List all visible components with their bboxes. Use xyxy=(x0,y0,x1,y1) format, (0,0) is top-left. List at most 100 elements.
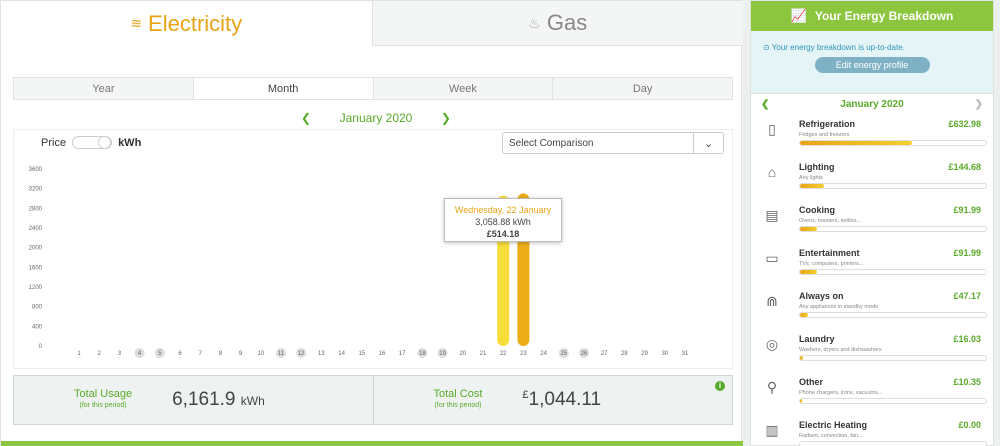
breakdown-item[interactable]: ▥ Electric Heating Radiant, convection, … xyxy=(763,416,993,446)
total-usage-unit: kWh xyxy=(240,394,265,408)
item-amount: £91.99 xyxy=(953,205,981,215)
total-cost-title: Total Cost xyxy=(433,388,483,400)
item-amount: £10.35 xyxy=(953,377,981,387)
item-name: Electric Heating xyxy=(799,420,868,430)
item-progress-fill xyxy=(800,313,809,317)
x-tick-label: 13 xyxy=(318,351,325,357)
tab-gas-label: Gas xyxy=(546,10,588,35)
x-tick-label: 15 xyxy=(358,351,365,357)
x-tick-label: 24 xyxy=(540,351,547,357)
tab-gas[interactable]: ♨ Gas xyxy=(372,1,743,46)
item-progress-fill xyxy=(800,227,817,231)
total-cost-number: 1,044.11 xyxy=(528,389,602,410)
status-text: Your energy breakdown is up-to-date. xyxy=(771,43,905,52)
y-tick-label: 2400 xyxy=(29,226,43,232)
y-tick-label: 0 xyxy=(39,344,43,350)
x-tick-label: 8 xyxy=(219,351,223,357)
item-progress-bar xyxy=(799,441,987,446)
current-month: January 2020 xyxy=(339,111,413,125)
next-month-icon[interactable]: ❯ xyxy=(441,111,451,125)
x-tick-label: 12 xyxy=(298,351,305,357)
tab-electricity[interactable]: ≋ Electricity xyxy=(1,1,373,46)
breakdown-item[interactable]: ⌂ Lighting Any lights £144.68 xyxy=(763,158,993,201)
x-tick-label: 18 xyxy=(419,351,426,357)
month-navigator: ❮ January 2020 ❯ xyxy=(301,109,451,127)
check-circle-icon: ⊙ xyxy=(763,43,770,52)
bolt-icon: ≋ xyxy=(130,15,143,31)
breakdown-item[interactable]: ▭ Entertainment TVs, computers, printers… xyxy=(763,244,993,287)
item-name: Other xyxy=(799,377,824,387)
bottom-accent-bar xyxy=(1,441,743,446)
x-tick-label: 25 xyxy=(560,351,567,357)
item-amount: £144.68 xyxy=(948,162,981,172)
breakdown-item[interactable]: ▯ Refrigeration Fridges and freezers £63… xyxy=(763,115,993,158)
breakdown-item[interactable]: ◎ Laundry Washers, dryers and dishwasher… xyxy=(763,330,993,373)
tab-year[interactable]: Year xyxy=(14,78,194,99)
prev-month-icon[interactable]: ❮ xyxy=(301,111,311,125)
item-name: Cooking xyxy=(799,205,835,215)
x-tick-label: 10 xyxy=(257,351,264,357)
breakdown-month-nav: ❮ January 2020 ❯ xyxy=(751,93,993,115)
item-progress-bar xyxy=(799,269,987,275)
x-tick-label: 23 xyxy=(520,351,527,357)
item-progress-fill xyxy=(800,356,803,360)
breakdown-item[interactable]: ▤ Cooking Ovens, toasters, kettles... £9… xyxy=(763,201,993,244)
x-tick-label: 1 xyxy=(77,351,81,357)
ceiling-light-icon: ⌂ xyxy=(767,164,777,180)
breakdown-item[interactable]: ⋒ Always on Any appliances in standby mo… xyxy=(763,287,993,330)
tooltip-date: Wednesday, 22 January xyxy=(454,205,552,215)
x-tick-label: 29 xyxy=(641,351,648,357)
item-progress-fill xyxy=(800,141,912,145)
tab-month[interactable]: Month xyxy=(193,78,374,99)
item-name: Laundry xyxy=(799,334,835,344)
summary-bar: Total Usage (for this period) 6,161.9 kW… xyxy=(13,375,733,425)
item-desc: TVs, computers, printers... xyxy=(799,261,864,267)
edit-energy-profile-button[interactable]: Edit energy profile xyxy=(814,57,930,73)
tooltip-usage: 3,058.88 kWh xyxy=(475,217,531,227)
item-name: Refrigeration xyxy=(799,119,856,129)
total-cost-value: £1,044.11 xyxy=(522,389,601,411)
item-amount: £16.03 xyxy=(953,334,981,344)
item-progress-fill xyxy=(800,184,825,188)
y-tick-label: 800 xyxy=(32,305,43,311)
item-progress-bar xyxy=(799,398,987,404)
tab-day[interactable]: Day xyxy=(553,78,732,99)
total-cost-label: Total Cost (for this period) xyxy=(434,388,483,412)
x-tick-label: 30 xyxy=(661,351,668,357)
prev-month-icon[interactable]: ❮ xyxy=(761,99,769,110)
washing-machine-icon: ◎ xyxy=(765,336,779,352)
info-icon[interactable]: i xyxy=(715,381,725,391)
chart-tooltip: Wednesday, 22 January 3,058.88 kWh £514.… xyxy=(444,198,562,242)
item-progress-fill xyxy=(800,270,817,274)
item-desc: Radiant, convection, fan... xyxy=(799,433,863,439)
tooltip-cost: £514.18 xyxy=(486,229,520,239)
breakdown-list: ▯ Refrigeration Fridges and freezers £63… xyxy=(751,115,993,446)
y-tick-label: 3600 xyxy=(29,167,43,173)
usage-bar-chart: 040080012001600200024002800320036001 2 3 4 5… xyxy=(29,167,689,358)
item-amount: £47.17 xyxy=(953,291,981,301)
item-amount: £0.00 xyxy=(958,420,981,430)
item-progress-bar xyxy=(799,140,987,146)
item-desc: Phone chargers, irons, vacuums... xyxy=(799,390,883,396)
line-chart-icon: 📈 xyxy=(790,8,807,23)
tab-week[interactable]: Week xyxy=(374,78,554,99)
breakdown-item[interactable]: ⚲ Other Phone chargers, irons, vacuums..… xyxy=(763,373,993,416)
item-name: Entertainment xyxy=(799,248,860,258)
x-tick-label: 26 xyxy=(581,351,588,357)
next-month-icon[interactable]: ❯ xyxy=(975,99,983,110)
total-usage: Total Usage (for this period) 6,161.9 kW… xyxy=(14,376,374,424)
x-tick-label: 17 xyxy=(399,351,406,357)
energy-usage-panel: ≋ Electricity ♨ Gas Year Month Week Day … xyxy=(0,0,743,446)
y-tick-label: 1200 xyxy=(29,285,43,291)
item-amount: £632.98 xyxy=(948,119,981,129)
fuel-tabs: ≋ Electricity ♨ Gas xyxy=(1,1,743,46)
item-desc: Ovens, toasters, kettles... xyxy=(799,218,862,224)
energy-breakdown-panel: 📈 Your Energy Breakdown ⊙ Your energy br… xyxy=(750,0,994,446)
item-amount: £91.99 xyxy=(953,248,981,258)
item-progress-bar xyxy=(799,312,987,318)
breakdown-title: Your Energy Breakdown xyxy=(814,9,954,23)
total-cost: Total Cost (for this period) £1,044.11 xyxy=(374,376,733,424)
y-tick-label: 2000 xyxy=(29,246,43,252)
fridge-icon: ▯ xyxy=(768,121,776,137)
total-usage-number: 6,161.9 xyxy=(172,389,236,410)
